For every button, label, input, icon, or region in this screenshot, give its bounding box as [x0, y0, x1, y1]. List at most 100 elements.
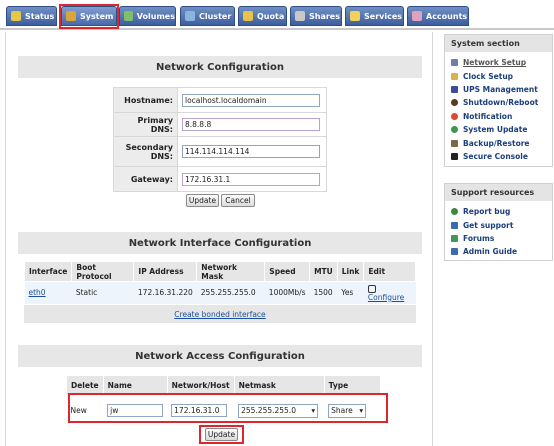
link-cell: Yes [337, 281, 364, 304]
sidebar-item-backup-restore[interactable]: Backup/Restore [445, 136, 552, 149]
sidebar-item-label: Report bug [463, 207, 511, 217]
network-update-button[interactable]: Update [186, 194, 219, 207]
gateway-label: Gateway: [113, 166, 178, 192]
quota-icon [243, 11, 253, 21]
sidebar-item-label: Clock Setup [463, 71, 514, 81]
interface-link[interactable]: eth0 [29, 288, 46, 297]
network-config-title: Network Configuration [18, 56, 422, 78]
tab-label: Shares [309, 11, 340, 21]
secondary-dns-label: Secondary DNS: [113, 136, 178, 167]
col-boot-protocol: Boot Protocol [71, 261, 135, 282]
system-section-panel: System section Network Setup Clock Setup… [444, 34, 553, 167]
sidebar-item-label: Get support [463, 220, 514, 230]
mask-cell: 255.255.255.0 [196, 281, 265, 304]
forums-icon [451, 234, 458, 242]
access-config-title: Network Access Configuration [18, 345, 422, 367]
console-icon [451, 152, 458, 160]
sidebar-item-notification[interactable]: Notification [445, 110, 552, 123]
configure-link[interactable]: Configure [368, 293, 404, 302]
tab-label: Quota [257, 11, 285, 21]
tab-shares[interactable]: Shares [290, 6, 342, 26]
sidebar-item-label: Shutdown/Reboot [463, 98, 539, 108]
sidebar-item-label: Forums [463, 233, 495, 243]
speed-cell: 1000Mb/s [264, 281, 310, 304]
create-bonded-link[interactable]: Create bonded interface [174, 310, 265, 319]
sidebar-item-system-update[interactable]: System Update [445, 123, 552, 136]
primary-dns-input[interactable]: 8.8.8.8 [182, 118, 320, 131]
system-section-title: System section [445, 35, 552, 52]
sidebar-item-label: Secure Console [463, 151, 528, 161]
gateway-input[interactable]: 172.16.31.1 [182, 172, 320, 186]
guide-icon [451, 248, 458, 256]
ups-icon [451, 85, 458, 93]
sidebar-item-shutdown-reboot[interactable]: Shutdown/Reboot [445, 96, 552, 109]
backup-icon [451, 139, 458, 147]
network-config-form: Hostname: localhost.localdomain Primary … [113, 87, 327, 192]
col-speed: Speed [264, 261, 311, 282]
sidebar-item-forums[interactable]: Forums [445, 232, 552, 245]
shares-icon [295, 11, 305, 21]
tab-status[interactable]: Status [6, 6, 57, 26]
boot-protocol-cell: Static [71, 281, 134, 304]
table-row: eth0 Static 172.16.31.220 255.255.255.0 … [24, 281, 416, 304]
ip-cell: 172.16.31.220 [133, 281, 197, 304]
interface-table: Interface Boot Protocol IP Address Netwo… [23, 261, 416, 304]
access-row-highlight [68, 393, 388, 423]
hostname-input[interactable]: localhost.localdomain [182, 93, 320, 107]
interface-config-title: Network Interface Configuration [18, 232, 422, 254]
support-icon [451, 221, 458, 229]
bug-icon [451, 208, 458, 216]
status-icon [11, 11, 21, 21]
col-network-mask: Network Mask [196, 261, 266, 282]
tab-services[interactable]: Services [345, 6, 404, 26]
tab-label: Services [364, 11, 403, 21]
col-ip-address: IP Address [133, 261, 198, 282]
tab-quota[interactable]: Quota [238, 6, 287, 26]
sidebar-item-get-support[interactable]: Get support [445, 218, 552, 231]
system-tab-highlight [59, 4, 119, 29]
tab-label: Volumes [136, 11, 175, 21]
hostname-label: Hostname: [113, 87, 178, 113]
sidebar-item-network-setup[interactable]: Network Setup [445, 56, 552, 69]
tab-label: Status [25, 11, 55, 21]
sidebar-item-ups-management[interactable]: UPS Management [445, 83, 552, 96]
sidebar-item-label: Network Setup [463, 58, 527, 68]
secondary-dns-input[interactable]: 114.114.114.114 [182, 145, 320, 158]
clock-icon [451, 72, 458, 80]
sidebar-item-admin-guide[interactable]: Admin Guide [445, 245, 552, 258]
power-icon [451, 99, 458, 107]
cluster-icon [185, 11, 195, 21]
services-icon [350, 11, 360, 21]
sidebar-item-label: System Update [463, 125, 528, 135]
col-link: Link [336, 261, 365, 282]
sidebar-item-clock-setup[interactable]: Clock Setup [445, 69, 552, 82]
accounts-icon [412, 11, 422, 21]
tab-volumes[interactable]: Volumes [119, 6, 176, 26]
col-interface: Interface [23, 261, 73, 282]
primary-dns-label: Primary DNS: [113, 112, 178, 137]
sidebar-item-report-bug[interactable]: Report bug [445, 205, 552, 218]
sidebar-item-label: Notification [463, 111, 513, 121]
support-resources-title: Support resources [445, 184, 552, 201]
network-cancel-button[interactable]: Cancel [221, 194, 255, 207]
tab-label: Cluster [199, 11, 232, 21]
bonded-row: Create bonded interface [24, 305, 416, 323]
tab-label: Accounts [426, 11, 468, 21]
sidebar-item-label: Admin Guide [463, 247, 518, 257]
sidebar-item-label: UPS Management [463, 84, 538, 94]
mtu-cell: 1500 [309, 281, 338, 304]
tab-accounts[interactable]: Accounts [407, 6, 469, 26]
main-panel: Network Configuration Hostname: localhos… [5, 32, 433, 446]
sidebar-item-secure-console[interactable]: Secure Console [445, 150, 552, 163]
volumes-icon [124, 11, 133, 21]
update-button-highlight [199, 425, 244, 444]
notification-icon [451, 112, 458, 120]
configure-icon[interactable] [367, 284, 376, 293]
col-edit: Edit [363, 261, 416, 282]
col-mtu: MTU [309, 261, 338, 282]
support-resources-panel: Support resources Report bug Get support… [444, 183, 553, 261]
update-icon [451, 126, 458, 134]
tab-cluster[interactable]: Cluster [180, 6, 235, 26]
sidebar-item-label: Backup/Restore [463, 138, 530, 148]
network-icon [451, 59, 458, 67]
